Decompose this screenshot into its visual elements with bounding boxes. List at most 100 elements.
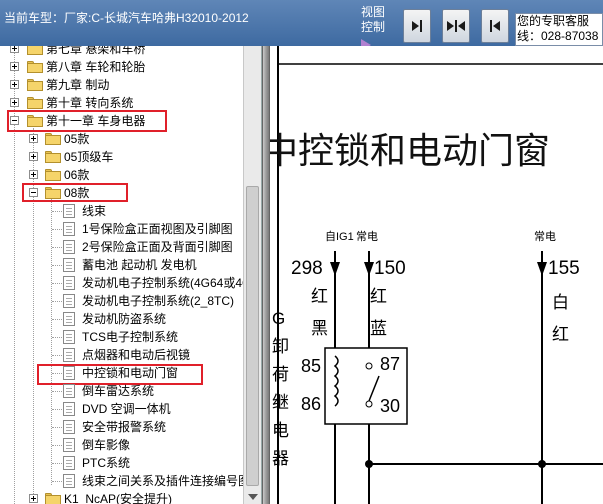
tree-item-label: 蓄电池 起动机 发电机 [82,258,197,272]
tree-item-label: 倒车雷达系统 [82,384,155,398]
expand-icon[interactable] [10,62,19,71]
folder-icon [45,151,61,163]
view-control-line1: 视图 [361,5,386,19]
tree-item-chapter-8[interactable]: 第八章 车轮和轮胎 [0,58,243,76]
tree-item-doc[interactable]: 倒车影像 [0,436,243,454]
view-control-label: 视图 控制 [361,5,395,51]
tree-item-label: 线束 [82,204,107,218]
tree-item-doc[interactable]: PTC系统 [0,454,243,472]
wire-color-155-b: 红 [552,325,569,344]
relay-contact [365,362,373,370]
view-control-line2: 控制 [361,20,386,34]
folder-icon [45,133,61,145]
customer-service-box: 您的专职客服 线：028-87038 [515,13,603,46]
tree-item-doc[interactable]: 蓄电池 起动机 发电机 [0,256,243,274]
arrow-down-icon [537,262,547,276]
tree-item-label: 安全带报警系统 [82,420,167,434]
tree-item-doc[interactable]: 发动机防盗系统 [0,310,243,328]
document-icon [63,240,75,254]
document-icon [63,222,75,236]
tree-item-label: 倒车影像 [82,438,131,452]
highlight-box [7,110,167,132]
tree-item-label: DVD 空调一体机 [82,402,171,416]
document-icon [63,258,75,272]
expand-icon[interactable] [29,494,38,503]
folder-icon [45,169,61,181]
tree-item-06[interactable]: 06款 [0,166,243,184]
arrow-down-icon [330,262,340,276]
expand-icon[interactable] [10,80,19,89]
tree-item-doc[interactable]: DVD 空调一体机 [0,400,243,418]
tree-item-label: K1_NcAP(安全提升) [64,492,173,504]
relay-contact [365,400,373,408]
scroll-down-icon[interactable] [248,494,258,500]
document-icon [63,348,75,362]
wire-color-150-b: 蓝 [370,319,387,338]
wire-color-298-b: 黑 [311,319,328,338]
document-icon [63,312,75,326]
tree-item-label: 发动机电子控制系统(2_8TC) [82,294,235,308]
document-icon [63,294,75,308]
tree-item-doc[interactable]: 线束之间关系及插件连接编号图 [0,472,250,490]
wire-number-150: 150 [374,258,406,279]
tree-item-doc[interactable]: TCS电子控制系统 [0,328,243,346]
tree-item-doc[interactable]: 发动机电子控制系统(4G64或4G [0,274,243,292]
fit-button[interactable] [442,9,470,43]
align-left-button[interactable] [481,9,509,43]
tree-item-label: 2号保险盒正面及背面引脚图 [82,240,233,254]
arrow-down-icon [364,262,374,276]
wire-color-155-a: 白 [552,293,569,312]
panel-splitter[interactable] [262,46,270,504]
tree-item-doc[interactable]: 1号保险盒正面视图及引脚图 [0,220,243,238]
tree-item-label: TCS电子控制系统 [82,330,179,344]
tree-scrollbar[interactable] [243,46,261,504]
folder-icon [27,79,43,91]
tree-item-05-top[interactable]: 05顶级车 [0,148,243,166]
service-line1: 您的专职客服 [517,14,590,28]
junction-dot [538,460,546,468]
relay-name-char: G [272,309,286,328]
arrows-inward-icon [447,20,465,32]
expand-icon[interactable] [29,170,38,179]
catalog-tree-panel: 第七章 悬架和车桥 第八章 车轮和轮胎 第九章 制动 第十章 转向系统 第十一章… [0,46,262,504]
relay-pin-85: 85 [301,356,322,376]
document-icon [63,438,75,452]
tree-item-doc[interactable]: 发动机电子控制系统(2_8TC) [0,292,243,310]
relay-name-vertical: G 卸 荷 继 电 器 [272,305,290,473]
expand-icon[interactable] [10,46,19,53]
label-ig1: 自IG1 [325,231,354,243]
tree-item-doc[interactable]: 线束 [0,202,243,220]
expand-icon[interactable] [29,152,38,161]
junction-dot [365,460,373,468]
tree-item-chapter-9[interactable]: 第九章 制动 [0,76,243,94]
tree-item-doc[interactable]: 倒车雷达系统 [0,382,243,400]
relay-name-char: 卸 [272,337,289,356]
tree-item-k1-ncap[interactable]: K1_NcAP(安全提升) [0,490,243,504]
app-window: 当前车型：厂家:C-长城汽车哈弗H32010-2012 视图 控制 您的专职客服… [0,0,603,504]
expand-icon[interactable] [29,134,38,143]
tree-item-05[interactable]: 05款 [0,130,243,148]
tree-item-label: 05顶级车 [64,150,114,164]
tree-item-chapter-7[interactable]: 第七章 悬架和车桥 [0,46,243,58]
label-constant-power-right: 常电 [534,231,556,243]
relay-name-char: 荷 [272,365,289,384]
align-right-button[interactable] [403,9,431,43]
folder-icon [27,97,43,109]
tree-item-label: PTC系统 [82,456,131,470]
wire-number-298: 298 [291,258,323,279]
document-icon [63,474,75,488]
tree-item-doc[interactable]: 安全带报警系统 [0,418,243,436]
highlight-box [22,183,128,202]
relay-pin-87: 87 [380,354,401,374]
tree-item-label: 第九章 制动 [46,78,110,92]
tree-item-label: 06款 [64,168,90,182]
folder-icon [27,61,43,73]
wiring-diagram-view: 中控锁和电动门窗 自IG1 常电 常电 298 红 黑 150 红 蓝 155 … [270,46,603,504]
tree-item-label: 第七章 悬架和车桥 [46,46,146,56]
scrollbar-thumb[interactable] [246,186,259,486]
expand-icon[interactable] [10,98,19,107]
tree-item-doc[interactable]: 2号保险盒正面及背面引脚图 [0,238,243,256]
document-icon [63,276,75,290]
tree-item-doc[interactable]: 点烟器和电动后视镜 [0,346,243,364]
tree-item-label: 05款 [64,132,90,146]
